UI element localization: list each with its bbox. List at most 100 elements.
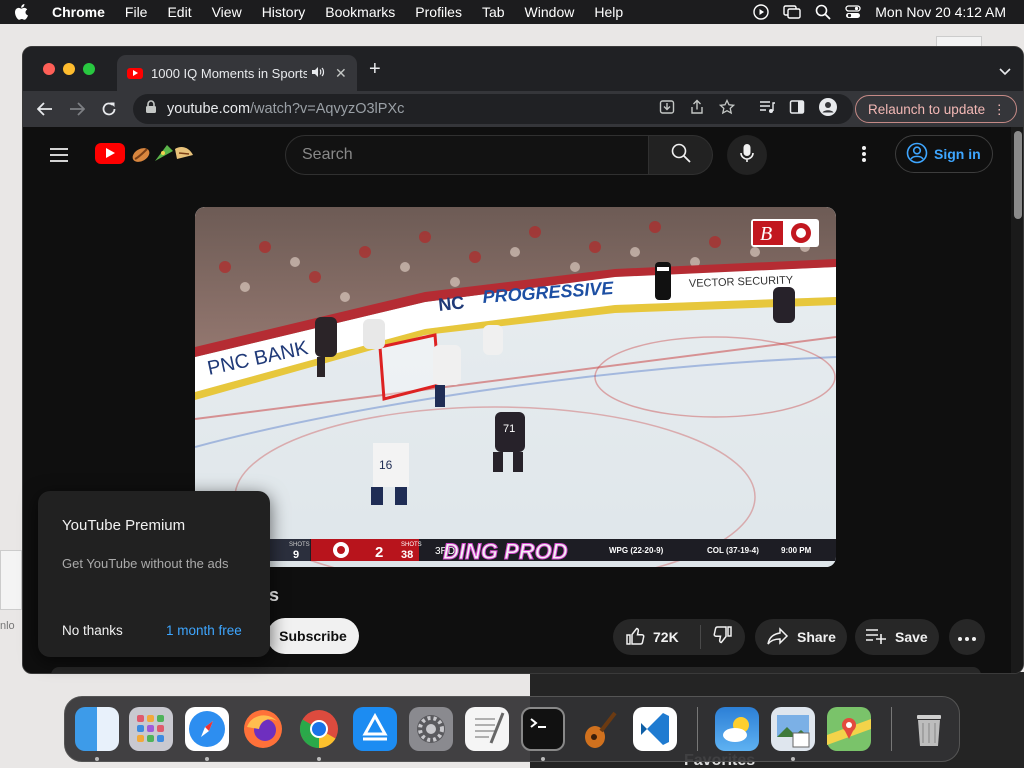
menu-window[interactable]: Window xyxy=(525,4,575,20)
like-button[interactable]: 72K xyxy=(613,619,700,655)
vscode-icon[interactable] xyxy=(633,707,677,751)
safari-running-dot xyxy=(205,757,209,761)
control-center-icon[interactable] xyxy=(845,4,861,20)
menu-view[interactable]: View xyxy=(212,4,242,20)
menu-edit[interactable]: Edit xyxy=(167,4,191,20)
system-settings-icon[interactable] xyxy=(409,707,453,751)
garageband-icon[interactable] xyxy=(577,707,621,751)
playlist-add-icon xyxy=(865,628,887,647)
dock xyxy=(64,696,960,762)
window-minimize-button[interactable] xyxy=(63,63,75,75)
maps-icon[interactable] xyxy=(827,707,871,751)
screen-mirroring-icon[interactable] xyxy=(783,4,801,20)
jersey-number-71: 71 xyxy=(503,423,515,435)
profile-avatar-icon[interactable] xyxy=(819,97,837,121)
one-month-free-button[interactable]: 1 month free xyxy=(166,623,242,638)
chrome-icon[interactable] xyxy=(297,707,341,751)
site-info-icon[interactable] xyxy=(145,100,157,118)
settings-more-icon[interactable] xyxy=(861,145,867,168)
home-shots-label: SHOTS xyxy=(401,542,422,548)
menu-history[interactable]: History xyxy=(262,4,306,20)
now-playing-icon[interactable] xyxy=(753,4,769,20)
premium-promo-popup: YouTube Premium Get YouTube without the … xyxy=(38,491,270,657)
terminal-running-dot xyxy=(541,757,545,761)
away-shots-label: SHOTS xyxy=(289,542,310,548)
back-arrow-icon[interactable] xyxy=(29,102,61,116)
spotlight-search-icon[interactable] xyxy=(815,4,831,20)
youtube-favicon-icon xyxy=(127,67,143,79)
subscribe-button[interactable]: Subscribe xyxy=(267,618,359,654)
tab-title: 1000 IQ Moments in Sports xyxy=(151,65,307,81)
apple-icon[interactable] xyxy=(14,4,36,20)
no-thanks-button[interactable]: No thanks xyxy=(62,623,123,638)
thumbs-down-icon xyxy=(713,625,733,650)
standings-col: COL (37-19-4) xyxy=(707,546,759,555)
away-shots: 9 xyxy=(293,549,299,561)
youtube-logo-icon[interactable] xyxy=(95,143,125,164)
share-button[interactable]: Share xyxy=(755,619,847,655)
media-controls-icon[interactable] xyxy=(759,99,775,120)
dislike-button[interactable] xyxy=(701,619,745,655)
trash-icon[interactable] xyxy=(907,707,951,751)
share-arrow-icon xyxy=(767,626,789,648)
terminal-icon[interactable] xyxy=(521,707,565,751)
url-host: youtube.com xyxy=(167,101,251,117)
menubar-clock[interactable]: Mon Nov 20 4:12 AM xyxy=(875,4,1006,20)
page-scrollbar-thumb[interactable] xyxy=(1014,131,1022,219)
firefox-icon[interactable] xyxy=(241,707,285,751)
preview-icon[interactable] xyxy=(771,707,815,751)
youtube-doodle-icon[interactable] xyxy=(129,141,197,167)
tab-search-chevron-icon[interactable] xyxy=(999,63,1011,81)
hamburger-menu-icon[interactable] xyxy=(49,147,69,168)
account-circle-icon xyxy=(906,142,928,167)
tab-audio-icon[interactable] xyxy=(311,66,325,81)
new-tab-button[interactable]: + xyxy=(369,59,381,79)
more-actions-button[interactable] xyxy=(949,619,985,655)
voice-search-button[interactable] xyxy=(727,135,767,175)
premium-title: YouTube Premium xyxy=(62,517,186,534)
chrome-menu-icon[interactable]: ⋮ xyxy=(993,102,1007,118)
menu-app-name[interactable]: Chrome xyxy=(52,4,105,20)
menu-bookmarks[interactable]: Bookmarks xyxy=(325,4,395,20)
toolbar-actions xyxy=(659,91,837,127)
side-panel-icon[interactable] xyxy=(789,99,805,120)
search-input[interactable]: Search xyxy=(285,135,649,175)
home-shots: 38 xyxy=(401,549,413,561)
install-app-icon[interactable] xyxy=(659,99,675,120)
menu-profiles[interactable]: Profiles xyxy=(415,4,462,20)
relaunch-to-update-button[interactable]: Relaunch to update ⋮ xyxy=(855,95,1017,123)
relaunch-label: Relaunch to update xyxy=(868,101,986,117)
finder-icon[interactable] xyxy=(75,707,119,751)
video-player[interactable]: PNC BANK NC PROGRESSIVE VECTOR SECURITY xyxy=(195,207,836,567)
share-page-icon[interactable] xyxy=(689,99,705,120)
search-button[interactable] xyxy=(649,135,713,175)
menu-file[interactable]: File xyxy=(125,4,148,20)
menu-help[interactable]: Help xyxy=(594,4,623,20)
menu-tab[interactable]: Tab xyxy=(482,4,505,20)
window-close-button[interactable] xyxy=(43,63,55,75)
tab-close-icon[interactable]: ✕ xyxy=(335,65,347,82)
forward-arrow-icon[interactable] xyxy=(61,102,93,116)
description-box[interactable] xyxy=(51,667,981,673)
launchpad-icon[interactable] xyxy=(129,707,173,751)
address-bar[interactable]: youtube.com/watch?v=AqvyzO3lPXc xyxy=(133,94,853,124)
watermark: DING PROD xyxy=(443,539,568,564)
textedit-icon[interactable] xyxy=(465,707,509,751)
dock-separator xyxy=(697,707,698,751)
tab-youtube[interactable]: 1000 IQ Moments in Sports ✕ xyxy=(117,55,357,91)
thumbs-up-icon xyxy=(625,626,645,649)
preview-running-dot xyxy=(791,757,795,761)
jersey-number-16: 16 xyxy=(379,458,393,472)
weather-icon[interactable] xyxy=(715,707,759,751)
background-text: nlo xyxy=(0,620,15,632)
window-maximize-button[interactable] xyxy=(83,63,95,75)
tab-strip: 1000 IQ Moments in Sports ✕ + xyxy=(23,47,1023,91)
bookmark-star-icon[interactable] xyxy=(718,98,736,120)
menu-bar: Chrome File Edit View History Bookmarks … xyxy=(0,0,1024,24)
save-button[interactable]: Save xyxy=(855,619,939,655)
app-store-icon[interactable] xyxy=(353,707,397,751)
subscribe-label: Subscribe xyxy=(279,628,347,644)
reload-icon[interactable] xyxy=(93,101,125,117)
safari-icon[interactable] xyxy=(185,707,229,751)
sign-in-button[interactable]: Sign in xyxy=(895,135,993,173)
